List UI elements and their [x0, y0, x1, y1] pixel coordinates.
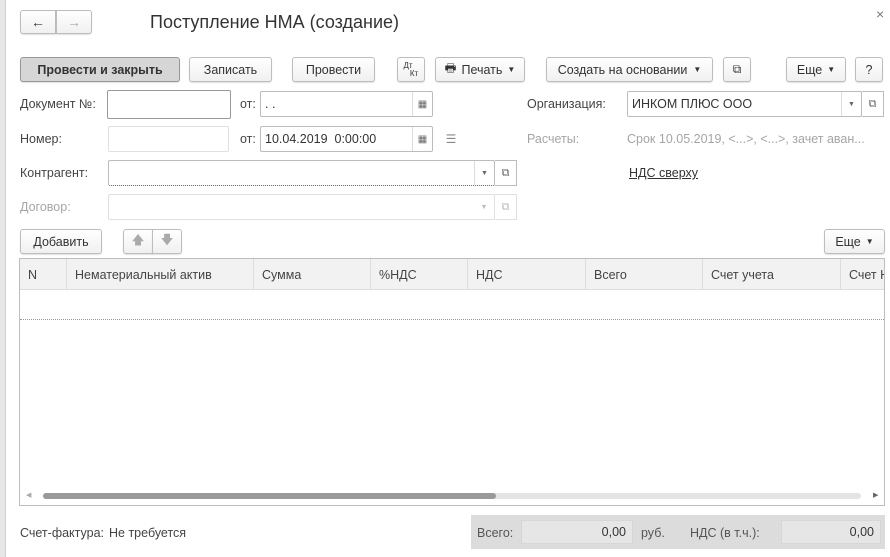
date-from-label: от:: [240, 132, 256, 146]
printer-icon: 🖶: [444, 61, 457, 75]
horizontal-scrollbar[interactable]: ◀ ▶: [20, 491, 884, 501]
move-down-button[interactable]: 🡇: [152, 229, 182, 254]
arrow-up-icon: 🡅: [131, 233, 145, 247]
table-more-button[interactable]: Еще ▼: [824, 229, 885, 254]
contract-label: Договор:: [20, 200, 71, 214]
create-based-label: Создать на основании: [557, 62, 688, 77]
calendar-icon[interactable]: ▦: [412, 92, 432, 116]
column-header[interactable]: %НДС: [371, 259, 468, 290]
table-row-separator: [20, 319, 884, 320]
calendar-icon[interactable]: ▦: [412, 127, 432, 151]
column-header[interactable]: Счет НДС: [841, 259, 884, 290]
contract-input[interactable]: [108, 194, 495, 220]
print-button[interactable]: 🖶 Печать ▼: [435, 57, 525, 82]
chevron-down-icon: ▼: [693, 65, 702, 74]
vat-on-top-link[interactable]: НДС сверху: [629, 166, 698, 180]
intangible-assets-table[interactable]: N Нематериальный актив Сумма %НДС НДС Вс…: [19, 258, 885, 506]
kt-label: Кт: [409, 68, 419, 78]
contract-dropdown-icon[interactable]: ▼: [474, 195, 494, 219]
contract-open-icon[interactable]: ⧉: [495, 194, 517, 220]
invoice-status-link[interactable]: Не требуется: [109, 526, 186, 540]
doc-no-label: Документ №:: [20, 97, 96, 111]
org-dropdown-icon[interactable]: ▼: [841, 92, 861, 116]
date-value: 10.04.2019 0:00:00: [265, 132, 377, 146]
post-button[interactable]: Провести: [292, 57, 375, 82]
counterparty-input[interactable]: [108, 160, 495, 186]
column-header[interactable]: N: [20, 259, 67, 290]
forward-button[interactable]: →: [56, 10, 92, 34]
column-header[interactable]: Нематериальный актив: [67, 259, 254, 290]
column-header[interactable]: Всего: [586, 259, 703, 290]
counterparty-dropdown-icon[interactable]: ▼: [474, 161, 494, 185]
scroll-left-icon[interactable]: ◀: [26, 491, 31, 499]
doc-date-input[interactable]: . .: [260, 91, 433, 117]
help-button[interactable]: ?: [855, 57, 883, 82]
scroll-right-icon[interactable]: ▶: [873, 491, 878, 499]
counterparty-open-icon[interactable]: ⧉: [495, 160, 517, 186]
column-header[interactable]: Сумма: [254, 259, 371, 290]
print-label: Печать: [461, 62, 503, 77]
invoice-label: Счет-фактура:: [20, 526, 105, 540]
table-header: N Нематериальный актив Сумма %НДС НДС Вс…: [20, 259, 884, 290]
page-title: Поступление НМА (создание): [150, 12, 400, 32]
column-header[interactable]: Счет учета: [703, 259, 841, 290]
structure-icon: ⧉: [732, 62, 742, 76]
left-panel-edge: [0, 0, 6, 557]
structure-button[interactable]: ⧉: [723, 57, 751, 82]
dt-kt-button[interactable]: Дт Кт: [397, 57, 425, 82]
arrow-down-icon: 🡇: [160, 233, 174, 247]
arrow-right-icon: →: [67, 14, 81, 30]
org-label: Организация:: [527, 97, 606, 111]
number-input[interactable]: [108, 126, 229, 152]
save-button[interactable]: Записать: [189, 57, 272, 82]
chevron-down-icon: ▼: [827, 65, 836, 74]
vat-total-label: НДС (в т.ч.):: [690, 526, 760, 540]
create-based-on-button[interactable]: Создать на основании ▼: [546, 57, 713, 82]
number-label: Номер:: [20, 132, 62, 146]
arrow-left-icon: ←: [31, 14, 45, 30]
post-and-close-button[interactable]: Провести и закрыть: [20, 57, 180, 82]
date-input[interactable]: 10.04.2019 0:00:00: [260, 126, 433, 152]
settlements-link[interactable]: Срок 10.05.2019, <...>, <...>, зачет ава…: [627, 132, 865, 146]
doc-date-value: . .: [265, 97, 276, 111]
table-more-label: Еще: [835, 234, 861, 249]
close-button[interactable]: ×: [876, 6, 884, 22]
currency-label: руб.: [641, 526, 665, 540]
move-up-button[interactable]: 🡅: [123, 229, 153, 254]
add-button[interactable]: Добавить: [20, 229, 102, 254]
more-button[interactable]: Еще ▼: [786, 57, 846, 82]
more-label: Еще: [796, 62, 823, 77]
history-icon[interactable]: ☰: [443, 130, 459, 148]
doc-no-input[interactable]: [107, 90, 231, 119]
chevron-down-icon: ▼: [865, 237, 874, 246]
total-value: 0,00: [521, 520, 633, 544]
back-button[interactable]: ←: [20, 10, 56, 34]
column-header[interactable]: НДС: [468, 259, 586, 290]
total-label: Всего:: [477, 526, 514, 540]
doc-date-from-label: от:: [240, 97, 256, 111]
scrollbar-thumb[interactable]: [43, 493, 496, 499]
org-open-icon[interactable]: ⧉: [862, 91, 884, 117]
totals-panel: Всего: 0,00 руб. НДС (в т.ч.): 0,00: [471, 515, 885, 549]
vat-total-value: 0,00: [781, 520, 881, 544]
counterparty-label: Контрагент:: [20, 166, 89, 180]
chevron-down-icon: ▼: [507, 65, 516, 74]
org-value: ИНКОМ ПЛЮС ООО: [632, 97, 753, 111]
org-input[interactable]: ИНКОМ ПЛЮС ООО: [627, 91, 862, 117]
settlements-label: Расчеты:: [527, 132, 580, 146]
